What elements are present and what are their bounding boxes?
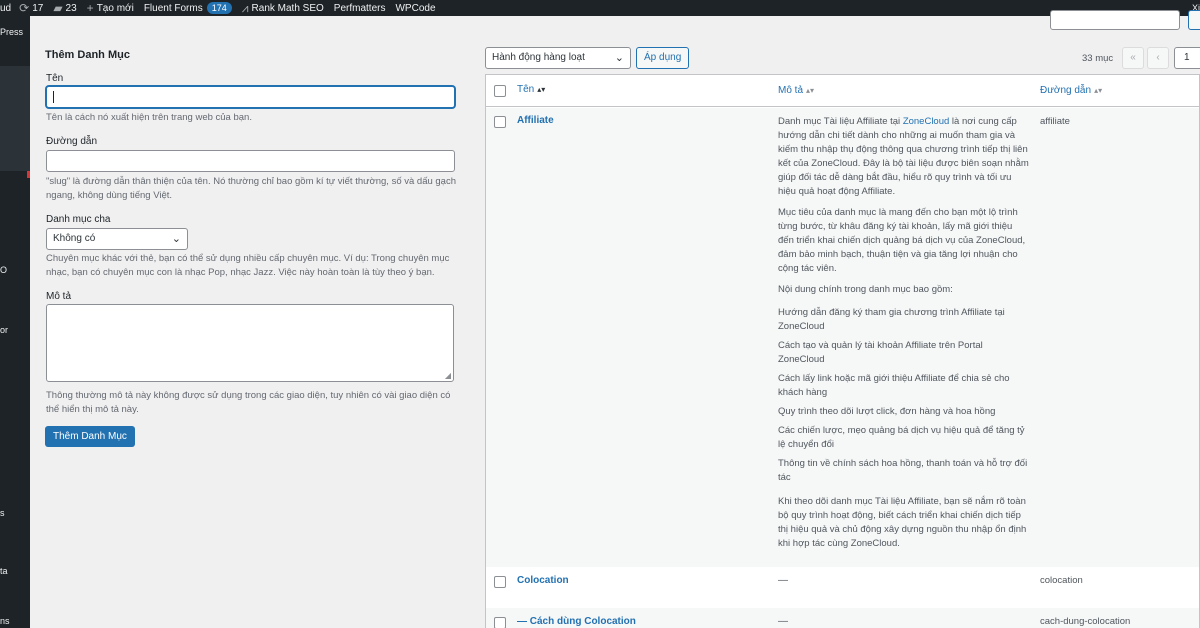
zonecloud-link[interactable]: ZoneCloud bbox=[903, 116, 949, 127]
search-button[interactable] bbox=[1188, 10, 1200, 30]
name-help: Tên là cách nó xuất hiện trên trang web … bbox=[46, 112, 252, 123]
category-description: Danh mục Tài liệu Affiliate tại ZoneClou… bbox=[778, 115, 1030, 558]
parent-help: Chuyên mục khác với thẻ, bạn có thể sử d… bbox=[46, 253, 450, 278]
desc-text: là nơi cung cấp hướng dẫn chi tiết dành … bbox=[778, 116, 1029, 197]
desc-list-item: Thông tin về chính sách hoa hồng, thanh … bbox=[778, 458, 1028, 483]
comments-link[interactable]: ▰ 23 bbox=[53, 1, 76, 15]
desc-list-item: Các chiến lược, mẹo quảng bá dịch vụ hiệ… bbox=[778, 425, 1025, 450]
comment-icon: ▰ bbox=[53, 1, 63, 15]
header-description-text: Mô tả bbox=[778, 85, 804, 96]
add-category-panel: Thêm Danh Mục Tên Tên là cách nó xuất hi… bbox=[30, 16, 470, 628]
prev-page-button[interactable]: ‹ bbox=[1147, 47, 1169, 69]
site-name-text: ud bbox=[0, 2, 12, 14]
apply-button[interactable]: Áp dụng bbox=[636, 47, 690, 69]
updates-link[interactable]: ⟳ 17 bbox=[19, 1, 43, 15]
desc-list-item: Hướng dẫn đăng ký tham gia chương trình … bbox=[778, 307, 1005, 332]
category-name-link[interactable]: Affiliate bbox=[517, 115, 554, 126]
current-page-input[interactable]: 1 bbox=[1174, 47, 1200, 69]
table-row: Affiliate Danh mục Tài liệu Affiliate tạ… bbox=[486, 108, 1199, 567]
parent-select[interactable]: Không có ⌄ bbox=[46, 228, 188, 250]
sort-icon: ▴▾ bbox=[537, 85, 546, 94]
fluent-forms-badge: 174 bbox=[206, 2, 232, 14]
wpcode-label: WPCode bbox=[395, 2, 436, 14]
new-content-link[interactable]: + Tạo mới bbox=[87, 1, 134, 15]
name-input[interactable] bbox=[46, 86, 455, 108]
desc-list-item: Cách lấy link hoặc mã giới thiệu Affilia… bbox=[778, 373, 1010, 398]
menu-item-wordpress[interactable]: Press bbox=[0, 27, 23, 37]
category-slug: affiliate bbox=[1040, 116, 1070, 127]
select-all-checkbox[interactable] bbox=[494, 85, 506, 97]
categories-table: Tên ▴▾ Mô tả ▴▾ Đường dẫn ▴▾ Affiliate Danh… bbox=[485, 74, 1200, 628]
form-title: Thêm Danh Mục bbox=[45, 49, 130, 61]
category-name-link[interactable]: Colocation bbox=[517, 575, 569, 586]
slug-input[interactable] bbox=[46, 150, 455, 172]
category-description: — bbox=[778, 616, 788, 627]
category-list-panel: Hành động hàng loạt ⌄ Áp dụng 33 mục « ‹ … bbox=[485, 10, 1200, 628]
menu-item-s[interactable]: s bbox=[0, 508, 5, 518]
category-slug: colocation bbox=[1040, 575, 1083, 586]
resize-handle-icon[interactable]: ◢ bbox=[445, 371, 451, 380]
chart-icon: ⩘ bbox=[241, 0, 249, 15]
category-slug: cach-dung-colocation bbox=[1040, 616, 1131, 627]
parent-label: Danh mục cha bbox=[46, 214, 111, 225]
menu-item-ta[interactable]: ta bbox=[0, 566, 8, 576]
text-caret bbox=[53, 91, 54, 103]
description-label: Mô tả bbox=[46, 291, 72, 302]
fluent-forms-label: Fluent Forms bbox=[143, 2, 203, 14]
chevron-down-icon: ⌄ bbox=[171, 233, 181, 245]
table-header: Tên ▴▾ Mô tả ▴▾ Đường dẫn ▴▾ bbox=[486, 75, 1199, 107]
description-textarea[interactable]: ◢ bbox=[46, 304, 454, 382]
sort-icon: ▴▾ bbox=[806, 86, 815, 95]
desc-list-item: Cách tạo và quản lý tài khoản Affiliate … bbox=[778, 340, 983, 365]
category-name-link[interactable]: — Cách dùng Colocation bbox=[517, 616, 636, 627]
desc-paragraph: Khi theo dõi danh mục Tài liệu Affiliate… bbox=[778, 496, 1027, 549]
menu-item-editor[interactable]: or bbox=[0, 325, 8, 335]
updates-count: 17 bbox=[32, 2, 44, 14]
add-category-button[interactable]: Thêm Danh Mục bbox=[45, 426, 135, 447]
rank-math-link[interactable]: ⩘ Rank Math SEO bbox=[242, 1, 324, 16]
desc-paragraph: Mục tiêu của danh mục là mang đến cho bạ… bbox=[778, 207, 1026, 274]
sort-icon: ▴▾ bbox=[1094, 86, 1103, 95]
row-checkbox[interactable] bbox=[494, 576, 506, 588]
chevron-down-icon: ⌄ bbox=[614, 52, 624, 64]
rank-math-label: Rank Math SEO bbox=[251, 2, 324, 14]
header-name-text: Tên bbox=[517, 84, 535, 95]
site-name-link[interactable]: ud bbox=[0, 3, 11, 14]
row-checkbox[interactable] bbox=[494, 116, 506, 128]
column-header-description[interactable]: Mô tả ▴▾ bbox=[778, 85, 814, 96]
menu-item-seo[interactable]: O bbox=[0, 265, 7, 275]
bulk-action-value: Hành động hàng loạt bbox=[492, 52, 585, 63]
fluent-forms-link[interactable]: Fluent Forms 174 bbox=[144, 2, 232, 14]
active-menu-highlight bbox=[0, 66, 30, 171]
first-page-button[interactable]: « bbox=[1122, 47, 1144, 69]
description-help: Thông thường mô tả này không được sử dụn… bbox=[46, 390, 451, 415]
column-header-name[interactable]: Tên ▴▾ bbox=[517, 84, 545, 95]
refresh-icon: ⟳ bbox=[19, 1, 30, 15]
slug-label: Đường dẫn bbox=[46, 136, 98, 147]
desc-paragraph: Nội dung chính trong danh mục bao gồm: bbox=[778, 284, 953, 295]
bulk-action-select[interactable]: Hành động hàng loạt ⌄ bbox=[485, 47, 631, 69]
slug-help: "slug" là đường dẫn thân thiện của tên. … bbox=[46, 176, 457, 201]
perfmatters-label: Perfmatters bbox=[333, 2, 386, 14]
admin-bar: ud ⟳ 17 ▰ 23 + Tạo mới Fluent Forms 174 ⩘ Ran… bbox=[0, 0, 1200, 16]
desc-list-item: Quy trình theo dõi lượt click, đơn hàng … bbox=[778, 406, 996, 417]
search-input[interactable] bbox=[1050, 10, 1180, 30]
admin-menu: Press O or s ta ns bbox=[0, 16, 30, 628]
table-row: — Cách dùng Colocation — cach-dung-coloc… bbox=[486, 608, 1199, 628]
name-label: Tên bbox=[46, 73, 64, 84]
row-checkbox[interactable] bbox=[494, 617, 506, 628]
comments-count: 23 bbox=[65, 2, 77, 14]
desc-text: Danh mục Tài liệu Affiliate tại bbox=[778, 116, 903, 127]
column-header-slug[interactable]: Đường dẫn ▴▾ bbox=[1040, 85, 1102, 96]
table-row: Colocation — colocation bbox=[486, 567, 1199, 608]
parent-select-value: Không có bbox=[53, 233, 96, 244]
header-slug-text: Đường dẫn bbox=[1040, 85, 1092, 96]
new-content-label: Tạo mới bbox=[96, 2, 134, 14]
menu-item-ns[interactable]: ns bbox=[0, 616, 10, 626]
wpcode-link[interactable]: WPCode bbox=[395, 3, 435, 14]
category-description: — bbox=[778, 575, 788, 586]
item-count: 33 mục bbox=[1082, 53, 1114, 64]
plus-icon: + bbox=[86, 1, 94, 15]
perfmatters-link[interactable]: Perfmatters bbox=[334, 3, 386, 14]
